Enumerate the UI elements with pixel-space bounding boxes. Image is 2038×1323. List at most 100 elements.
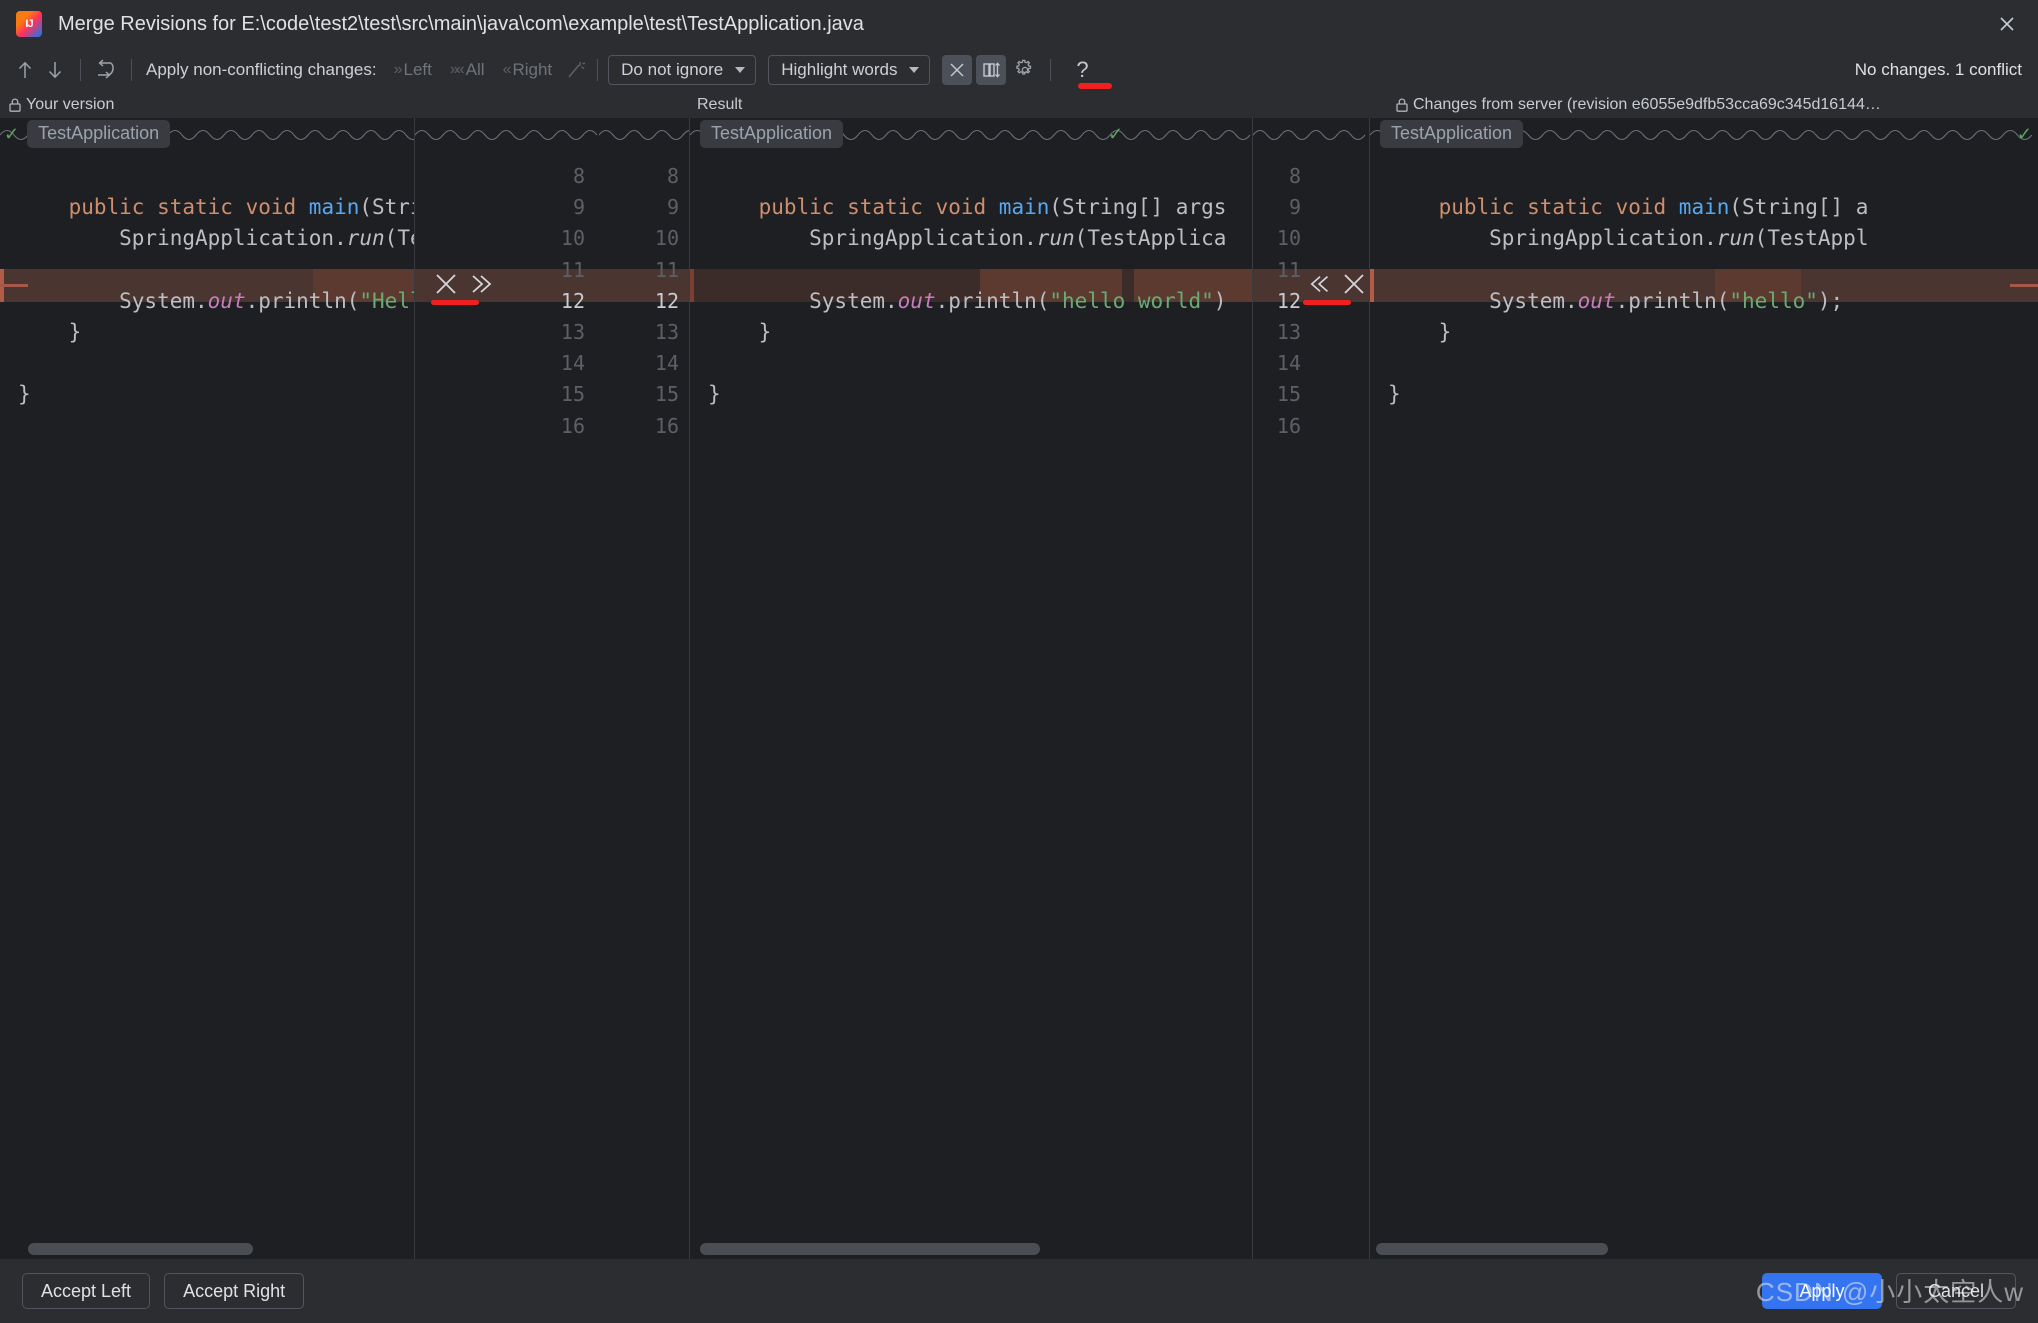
double-chevron-both-icon: »« — [449, 61, 465, 78]
left-hscrollbar[interactable] — [28, 1243, 253, 1255]
left-gutter-crumbrow — [415, 118, 599, 150]
apply-all-button[interactable]: »« All — [450, 60, 485, 80]
accept-conflict-x-icon-left[interactable] — [433, 271, 459, 297]
right-merge-actions — [1309, 271, 1367, 297]
apply-right-chevrons-icon-left[interactable] — [467, 271, 493, 297]
center-gutter-crumbrow — [599, 118, 689, 150]
help-icon[interactable]: ? — [1069, 57, 1095, 83]
code-line: SpringApplication.run(TestApplica — [708, 226, 1227, 251]
breadcrumb-center[interactable]: TestApplication — [700, 120, 844, 148]
apply-all-label: All — [465, 60, 485, 79]
left-editor-pane[interactable]: ✓ TestApplication public static void mai… — [0, 118, 414, 1259]
right-code-body[interactable]: public static void main(String[] a Sprin… — [1370, 150, 2038, 1259]
wavy-separator-left-gutter — [415, 129, 598, 141]
merge-revisions-window: Merge Revisions for E:\code\test2\test\s… — [0, 0, 2038, 1323]
arrow-up-icon[interactable] — [10, 55, 40, 85]
wavy-separator-center-gutter — [599, 129, 689, 141]
synchronize-scrolling-icon[interactable] — [976, 55, 1007, 85]
collapse-unchanged-icon[interactable] — [942, 55, 973, 85]
center-code: public static void main(String[] args Sp… — [708, 161, 1226, 411]
dialog-button-bar: Accept Left Accept Right Apply Cancel — [0, 1259, 2038, 1323]
code-line: } — [1388, 319, 1452, 344]
right-gutter-crumbrow — [1253, 118, 1369, 150]
right-line-numbers: 8 9 10 11 12 13 14 15 16 — [1277, 161, 1301, 442]
window-title: Merge Revisions for E:\code\test2\test\s… — [58, 12, 864, 35]
center-hscrollbar[interactable] — [700, 1243, 1040, 1255]
center-conflict-stripe — [690, 268, 694, 302]
left-breadcrumb-row: ✓ TestApplication — [0, 118, 414, 150]
code-line: } — [708, 319, 772, 344]
highlight-policy-select[interactable]: Highlight words — [768, 55, 931, 85]
accept-left-button[interactable]: Accept Left — [22, 1273, 151, 1309]
apply-button[interactable]: Apply — [1762, 1273, 1882, 1309]
gear-icon[interactable] — [1010, 55, 1040, 85]
merge-editors: ✓ TestApplication public static void mai… — [0, 118, 2038, 1259]
accept-right-button[interactable]: Accept Right — [164, 1273, 305, 1309]
check-icon-center: ✓ — [1108, 123, 1124, 144]
line-number: 9 — [1288, 195, 1301, 220]
right-pane-title: Changes from server (revision e6055e9dfb… — [1395, 96, 1881, 114]
close-icon[interactable] — [1990, 7, 2024, 41]
center-line-numbers: 8 9 10 11 12 13 14 15 16 — [655, 161, 679, 442]
right-breadcrumb-row: TestApplication ✓ — [1370, 118, 2038, 150]
toolbar-separator-4 — [1050, 59, 1052, 81]
right-editor-pane[interactable]: TestApplication ✓ public static void mai… — [1370, 118, 2038, 1259]
line-number: 15 — [654, 382, 679, 407]
toolbar-separator-2 — [131, 59, 132, 81]
chevron-down-icon — [735, 67, 746, 73]
code-line: SpringApplication.run(TestAppl — [1388, 226, 1869, 251]
apply-right-button[interactable]: « Right — [503, 60, 553, 80]
check-icon-left: ✓ — [4, 123, 20, 144]
left-pane-title: Your version — [8, 96, 114, 114]
wavy-separator-right-gutter — [1253, 129, 1366, 141]
magic-resolve-icon[interactable] — [561, 55, 591, 85]
right-gutter: 8 9 10 11 12 13 14 15 16 — [1253, 118, 1369, 1259]
apply-right-label: Right — [512, 60, 553, 79]
red-annotation-mark-left — [431, 300, 479, 305]
code-line: public static void main(String[] a — [1438, 195, 1869, 220]
breadcrumb-left[interactable]: TestApplication — [27, 120, 171, 148]
right-gutter-body: 8 9 10 11 12 13 14 15 16 — [1253, 150, 1369, 1259]
code-line: } — [18, 382, 31, 407]
apply-left-chevrons-icon-right[interactable] — [1309, 271, 1333, 297]
revert-changes-icon[interactable] — [91, 55, 121, 85]
line-number: 14 — [560, 351, 585, 376]
cancel-button[interactable]: Cancel — [1896, 1273, 2016, 1309]
lock-icon-right — [1395, 97, 1409, 113]
breadcrumb-right[interactable]: TestApplication — [1380, 120, 1524, 148]
accept-conflict-x-icon-right[interactable] — [1341, 271, 1367, 297]
line-number: 10 — [560, 226, 585, 251]
red-annotation-mark-right — [1303, 300, 1351, 305]
center-breadcrumb-row: TestApplication ✓ — [690, 118, 1252, 150]
right-hscrollbar[interactable] — [1376, 1243, 1608, 1255]
arrow-down-icon[interactable] — [40, 55, 70, 85]
line-number: 8 — [666, 164, 679, 188]
apply-left-button[interactable]: » Left — [394, 60, 432, 80]
center-gutter-body: 8 9 10 11 12 13 14 15 16 — [599, 150, 689, 1259]
code-line: } — [1388, 382, 1401, 407]
line-number: 13 — [654, 319, 679, 344]
left-gutter: 8 9 10 11 12 13 14 15 16 — [415, 118, 599, 1259]
line-number: 10 — [654, 226, 679, 251]
code-line: System.out.println("hello world") — [708, 288, 1227, 313]
code-line: System.out.println("Hello Spr — [18, 288, 414, 313]
code-line: SpringApplication.run(TestApp — [18, 226, 414, 251]
center-code-body[interactable]: public static void main(String[] args Sp… — [690, 150, 1252, 1259]
line-number: 14 — [1276, 351, 1301, 376]
line-number: 16 — [560, 413, 585, 438]
line-number: 16 — [654, 413, 679, 438]
left-code-body[interactable]: public static void main(String[] SpringA… — [0, 150, 414, 1259]
center-pane-title: Result — [697, 96, 742, 114]
line-number: 9 — [666, 195, 679, 220]
ignore-policy-select[interactable]: Do not ignore — [608, 55, 757, 85]
lock-icon — [8, 97, 22, 113]
result-editor-pane[interactable]: TestApplication ✓ public static void mai… — [690, 118, 1252, 1259]
line-number: 11 — [1276, 257, 1301, 282]
